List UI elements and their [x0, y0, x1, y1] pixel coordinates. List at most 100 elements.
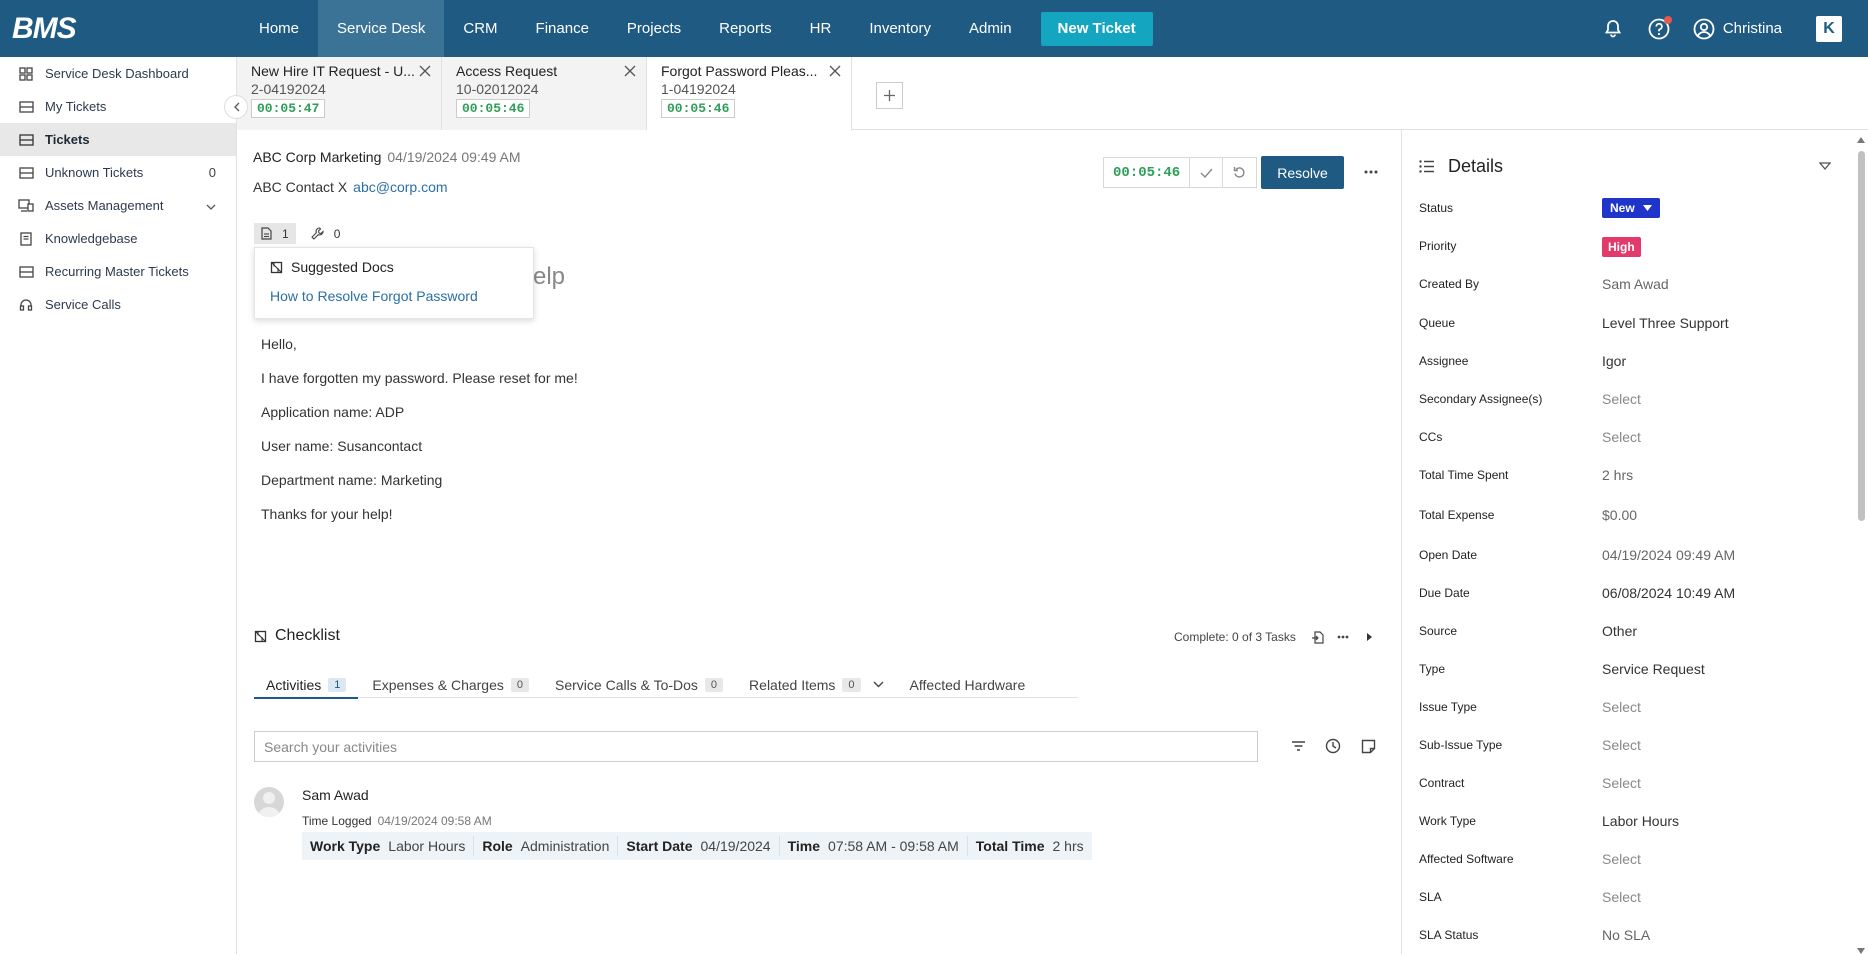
- detail-value[interactable]: Level Three Support: [1602, 315, 1729, 331]
- detail-value[interactable]: Other: [1602, 623, 1637, 639]
- status-dropdown[interactable]: New: [1602, 198, 1660, 218]
- doc-slash-icon: [270, 261, 283, 273]
- scrollbar-thumb[interactable]: [1858, 151, 1865, 521]
- checklist-progress: Complete: 0 of 3 Tasks: [1174, 630, 1296, 644]
- detail-value[interactable]: 06/08/2024 10:49 AM: [1602, 585, 1735, 601]
- user-menu[interactable]: Christina: [1693, 18, 1782, 40]
- sidebar-item-my-tickets[interactable]: My Tickets: [0, 90, 236, 123]
- sidebar-item-knowledgebase[interactable]: Knowledgebase: [0, 222, 236, 255]
- close-icon[interactable]: [624, 65, 636, 80]
- documents-chip[interactable]: 1: [254, 223, 296, 244]
- detail-row-issue-type: Issue Type Select: [1419, 697, 1839, 717]
- detail-value[interactable]: Igor: [1602, 353, 1626, 369]
- suggested-doc-link[interactable]: How to Resolve Forgot Password: [270, 288, 518, 304]
- close-icon[interactable]: [419, 65, 431, 80]
- detail-select[interactable]: Select: [1602, 851, 1641, 867]
- sidebar-item-unknown-tickets[interactable]: Unknown Tickets 0: [0, 156, 236, 189]
- ticket-tab[interactable]: Access Request 10-02012024 00:05:46: [442, 57, 647, 130]
- detail-row-total-expense: Total Expense $0.00: [1419, 505, 1839, 525]
- detail-row-due-date: Due Date 06/08/2024 10:49 AM: [1419, 583, 1839, 603]
- detail-select[interactable]: Select: [1602, 889, 1641, 905]
- tab-related-items[interactable]: Related Items 0: [737, 671, 896, 698]
- sidebar-item-tickets[interactable]: Tickets: [0, 123, 236, 156]
- nav-hr[interactable]: HR: [791, 0, 851, 57]
- add-tab-button[interactable]: [876, 82, 903, 109]
- scroll-down-icon[interactable]: [1857, 948, 1865, 954]
- field-key: Time: [787, 838, 821, 854]
- nav-projects[interactable]: Projects: [608, 0, 700, 57]
- solutions-chip[interactable]: 0: [304, 223, 348, 244]
- more-options-icon[interactable]: [1333, 627, 1353, 647]
- tab-count-badge: 0: [510, 677, 530, 692]
- clock-icon[interactable]: [1322, 735, 1344, 757]
- tab-activities[interactable]: Activities 1: [254, 671, 359, 699]
- activity-timestamp: 04/19/2024 09:58 AM: [377, 814, 492, 828]
- nav-admin[interactable]: Admin: [950, 0, 1031, 57]
- app-logo[interactable]: BMS: [0, 0, 95, 57]
- ticket-icon: [18, 166, 34, 180]
- nav-finance[interactable]: Finance: [517, 0, 608, 57]
- reset-icon[interactable]: [1223, 158, 1256, 187]
- scroll-up-icon[interactable]: [1857, 137, 1865, 143]
- user-name: Christina: [1722, 20, 1782, 37]
- detail-row-assignee: Assignee Igor: [1419, 351, 1839, 371]
- activities-search-input[interactable]: [254, 731, 1258, 762]
- company-name[interactable]: ABC Corp Marketing: [253, 149, 381, 165]
- chevron-down-icon[interactable]: [1818, 159, 1832, 174]
- priority-field[interactable]: High: [1602, 236, 1641, 257]
- field-key: Role: [482, 838, 513, 854]
- chevron-down-icon[interactable]: [206, 198, 216, 213]
- check-icon[interactable]: [1190, 158, 1224, 187]
- detail-value[interactable]: Labor Hours: [1602, 813, 1679, 829]
- detail-row-sub-issue-type: Sub-Issue Type Select: [1419, 735, 1839, 755]
- detail-select[interactable]: Select: [1602, 391, 1641, 407]
- ticket-tab-active[interactable]: Forgot Password Pleas... 1-04192024 00:0…: [647, 57, 852, 131]
- solutions-count: 0: [333, 226, 341, 241]
- sidebar-item-recurring-master-tickets[interactable]: Recurring Master Tickets: [0, 255, 236, 288]
- new-ticket-button[interactable]: New Ticket: [1040, 11, 1153, 46]
- detail-row-created-by: Created By Sam Awad: [1419, 274, 1839, 294]
- help-icon[interactable]: [1647, 15, 1672, 41]
- tab-affected-hardware[interactable]: Affected Hardware: [898, 671, 1038, 698]
- import-icon[interactable]: [1307, 627, 1327, 647]
- sidebar-item-service-calls[interactable]: Service Calls: [0, 288, 236, 321]
- doc-chips: 1 0: [254, 223, 355, 244]
- close-icon[interactable]: [829, 65, 841, 80]
- contact-email[interactable]: abc@corp.com: [353, 179, 447, 195]
- sidebar-collapse-button[interactable]: [224, 95, 248, 119]
- tab-count-badge: 0: [704, 677, 724, 692]
- ticket-main: ABC Corp Marketing 04/19/2024 09:49 AM AB…: [237, 130, 1401, 954]
- wrench-icon: [310, 227, 324, 240]
- nav-reports[interactable]: Reports: [700, 0, 791, 57]
- filter-icon[interactable]: [1287, 735, 1309, 757]
- sidebar-item-dashboard[interactable]: Service Desk Dashboard: [0, 57, 236, 90]
- detail-label: Work Type: [1419, 814, 1476, 828]
- detail-value[interactable]: Service Request: [1602, 661, 1705, 677]
- detail-select[interactable]: Select: [1602, 737, 1641, 753]
- detail-select[interactable]: Select: [1602, 775, 1641, 791]
- ticket-tab-title: New Hire IT Request - U...: [251, 63, 415, 79]
- detail-label: Total Expense: [1419, 508, 1495, 522]
- tab-service-calls-todos[interactable]: Service Calls & To-Dos 0: [543, 671, 735, 698]
- details-scrollbar[interactable]: [1856, 137, 1866, 954]
- field-value: 04/19/2024: [700, 838, 771, 854]
- nav-inventory[interactable]: Inventory: [850, 0, 950, 57]
- nav-home[interactable]: Home: [240, 0, 318, 57]
- nav-service-desk[interactable]: Service Desk: [318, 0, 445, 57]
- ticket-tab[interactable]: New Hire IT Request - U... 2-04192024 00…: [237, 57, 442, 130]
- tab-expenses-charges[interactable]: Expenses & Charges 0: [360, 671, 541, 698]
- detail-select[interactable]: Select: [1602, 429, 1641, 445]
- note-icon[interactable]: [1357, 735, 1379, 757]
- more-options-icon[interactable]: [1359, 160, 1383, 184]
- detail-select[interactable]: Select: [1602, 699, 1641, 715]
- sidebar-item-assets-management[interactable]: Assets Management: [0, 189, 236, 222]
- chevron-down-icon[interactable]: [873, 681, 884, 688]
- ticket-description: Hello, I have forgotten my password. Ple…: [261, 336, 578, 540]
- resolve-button[interactable]: Resolve: [1261, 156, 1344, 189]
- time-entry-summary: Work Type Labor Hours Role Administration …: [302, 832, 1092, 860]
- bell-icon[interactable]: [1601, 17, 1625, 41]
- kaseya-icon[interactable]: K: [1816, 15, 1842, 42]
- contact-name[interactable]: ABC Contact X: [253, 179, 347, 195]
- expand-right-icon[interactable]: [1359, 627, 1379, 647]
- nav-crm[interactable]: CRM: [444, 0, 516, 57]
